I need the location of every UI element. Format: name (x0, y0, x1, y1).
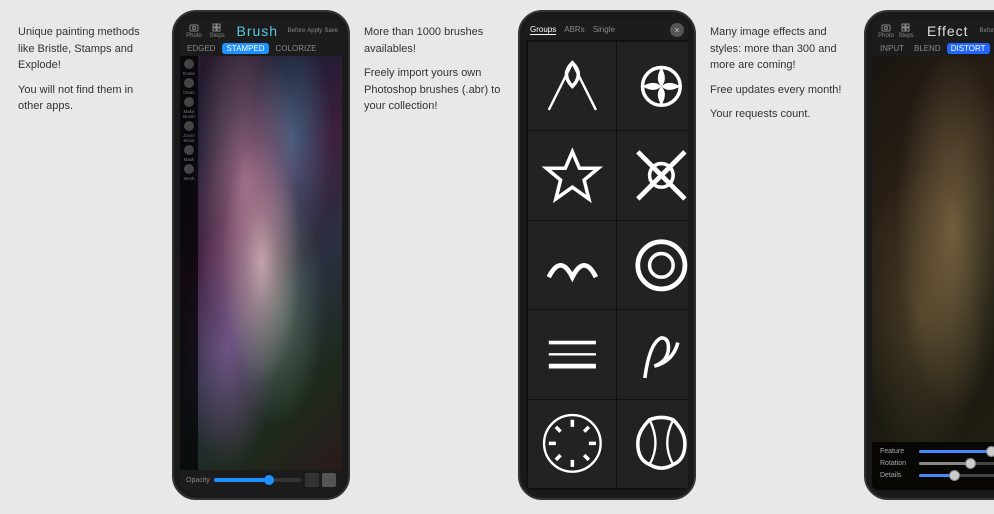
tab-colorize[interactable]: COLORIZE (273, 43, 320, 54)
opacity-label: Opacity (186, 477, 210, 484)
desc2-para1: More than 1000 brushes availables! (364, 24, 504, 57)
bottom-icons (305, 473, 336, 487)
sidebar-label-3: Make Brush (181, 109, 197, 119)
app-container: Unique painting methods like Bristle, St… (0, 0, 994, 514)
tab-input[interactable]: INPUT (876, 43, 908, 54)
save-btn[interactable]: Save (324, 28, 338, 34)
tab-groups[interactable]: Groups (530, 25, 556, 35)
slider-rotation: Rotation (880, 460, 994, 467)
phone1-canvas: Erase Clean Make Brush Zoom Move Mask Me… (180, 56, 342, 470)
phone-1-brush: Photo Steps Brush Before Apply Save (172, 10, 350, 500)
feature-slider[interactable] (919, 450, 994, 453)
apply-btn[interactable]: Apply (307, 28, 322, 34)
tab-single[interactable]: Single (593, 25, 615, 35)
tab-distort[interactable]: DISTORT (947, 43, 990, 54)
sidebar-item-1[interactable] (184, 59, 194, 69)
slider-feature: Feature (880, 448, 994, 455)
phone1-screen: Photo Steps Brush Before Apply Save (180, 20, 342, 490)
phone3-toolbar: Photo Steps Effect Before Apply Save (872, 20, 994, 41)
desc2-para2: Freely import yours own Photoshop brushe… (364, 65, 504, 115)
tab-abrs[interactable]: ABRs (564, 25, 584, 35)
phone3-toolbar-right: Before Apply Save (980, 28, 994, 34)
phone-2-gallery: Groups ABRs Single × (518, 10, 696, 500)
phone3-tabs: INPUT BLEND DISTORT MIXER (872, 41, 994, 56)
sidebar-label-4: Zoom Move (181, 133, 197, 143)
brush-cell-10[interactable] (617, 221, 688, 309)
brush-cell-5[interactable] (528, 131, 616, 219)
phone1-bottom-bar: Opacity (180, 470, 342, 490)
sidebar-item-6[interactable] (184, 164, 194, 174)
brush-cell-2[interactable] (617, 42, 688, 130)
sidebar-item-4[interactable] (184, 121, 194, 131)
phone1-toolbar-right: Before Apply Save (288, 28, 338, 34)
sidebar-label-2: Clean (183, 90, 195, 95)
phone3-title: Effect (916, 23, 980, 39)
brush-cell-6[interactable] (617, 131, 688, 219)
phone1-toolbar: Photo Steps Brush Before Apply Save (180, 20, 342, 41)
sidebar-item-2[interactable] (184, 78, 194, 88)
description-3: Many image effects and styles: more than… (700, 10, 860, 141)
sidebar-item-5[interactable] (184, 145, 194, 155)
steps-icon[interactable]: Steps (207, 23, 227, 39)
desc1-para2: You will not find them in other apps. (18, 82, 158, 115)
brush-cell-14[interactable] (617, 310, 688, 398)
phone1-sidebar: Erase Clean Make Brush Zoom Move Mask Me… (180, 56, 198, 470)
brush-cell-13[interactable] (528, 310, 616, 398)
description-1: Unique painting methods like Bristle, St… (8, 10, 168, 133)
phone3-steps-icon[interactable]: Steps (896, 23, 916, 39)
tab-stamped[interactable]: STAMPED (222, 43, 268, 54)
phone1-tabs: EDGED STAMPED COLORIZE (180, 41, 342, 56)
color-swatch[interactable] (305, 473, 319, 487)
brush-icon[interactable] (322, 473, 336, 487)
desc3-para3: Your requests count. (710, 106, 850, 123)
phone3-photo-icon[interactable]: Photo (876, 23, 896, 39)
phone-3-effect: Photo Steps Effect Before Apply Save (864, 10, 994, 500)
brush-cell-9[interactable] (528, 221, 616, 309)
opacity-slider[interactable] (214, 478, 301, 482)
phone3-sliders: Feature Rotation Det (872, 442, 994, 490)
desc3-para1: Many image effects and styles: more than… (710, 24, 850, 74)
phone3-screen: Photo Steps Effect Before Apply Save (872, 20, 994, 490)
sidebar-label-1: Erase (183, 71, 195, 76)
description-2: More than 1000 brushes availables! Freel… (354, 10, 514, 133)
phone3-before-btn[interactable]: Before (980, 28, 994, 34)
close-button[interactable]: × (670, 23, 684, 37)
brush-cell-1[interactable] (528, 42, 616, 130)
tab-blend[interactable]: BLEND (910, 43, 945, 54)
details-slider[interactable] (919, 474, 994, 477)
tab-edged[interactable]: EDGED (184, 43, 218, 54)
phone1-title: Brush (230, 23, 285, 39)
desc1-para1: Unique painting methods like Bristle, St… (18, 24, 158, 74)
desc3-para2: Free updates every month! (710, 82, 850, 99)
before-btn[interactable]: Before (288, 28, 306, 34)
phone2-tab-bar: Groups ABRs Single (530, 25, 615, 35)
phone2-screen: Groups ABRs Single × (526, 20, 688, 490)
details-label: Details (880, 472, 915, 479)
rotation-slider[interactable] (919, 462, 994, 465)
feature-label: Feature (880, 448, 915, 455)
slider-details: Details (880, 472, 994, 479)
phone2-header: Groups ABRs Single × (526, 20, 688, 40)
phone3-canvas: Feature Rotation Det (872, 56, 994, 490)
sidebar-label-6: Mesh (183, 176, 194, 181)
brush-cell-18[interactable] (617, 400, 688, 488)
sidebar-item-3[interactable] (184, 97, 194, 107)
brush-grid (526, 40, 688, 490)
sidebar-label-5: Mask (184, 157, 195, 162)
brush-cell-17[interactable] (528, 400, 616, 488)
photo-icon[interactable]: Photo (184, 23, 204, 39)
rotation-label: Rotation (880, 460, 915, 467)
